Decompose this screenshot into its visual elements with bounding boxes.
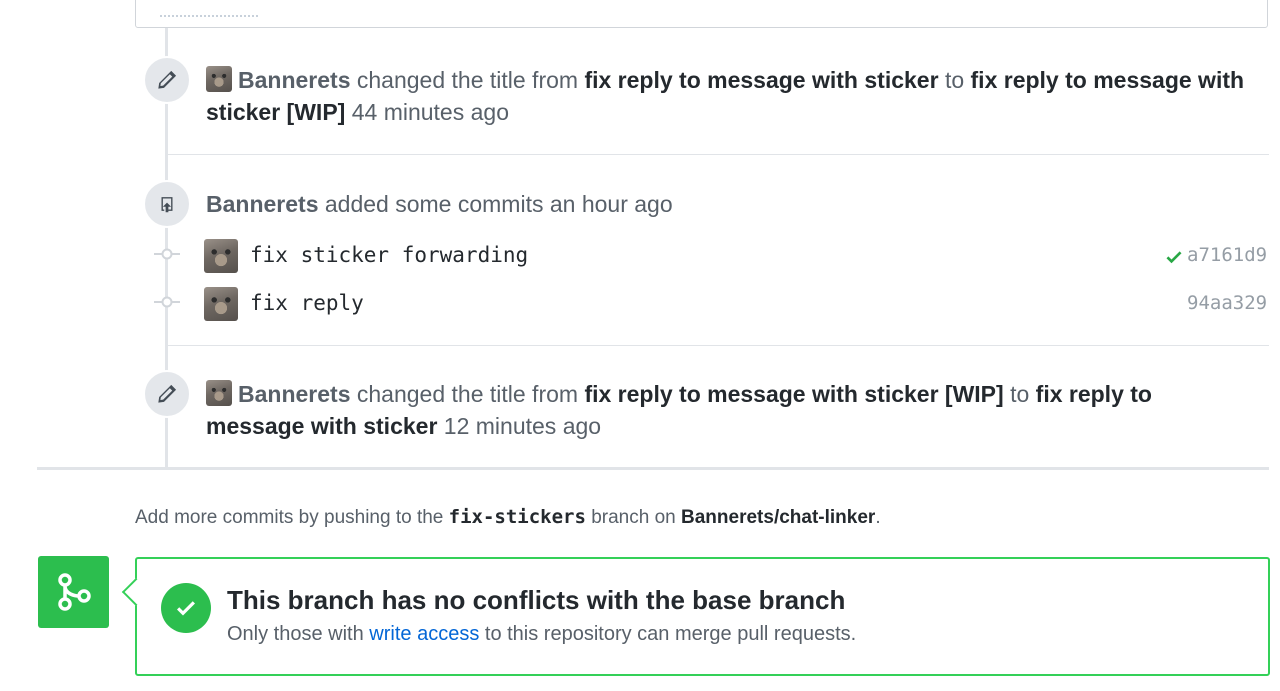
event-action: changed the title from <box>356 67 579 93</box>
commit-avatar[interactable] <box>204 239 238 273</box>
timeline-divider <box>168 154 1269 155</box>
event-author[interactable]: Bannerets <box>238 381 350 407</box>
check-icon[interactable] <box>1163 247 1185 272</box>
commits-event: Bannerets added some commits an hour ago <box>206 188 673 220</box>
check-icon <box>161 583 211 633</box>
timeline-divider <box>168 345 1269 346</box>
commit-sha[interactable]: 94aa329 <box>1187 292 1267 314</box>
merge-box-pointer <box>121 577 151 607</box>
joiner: to <box>1010 381 1030 407</box>
comment-box-divider <box>160 15 258 17</box>
timeline-end-divider <box>37 467 1269 470</box>
merge-sub-prefix: Only those with <box>227 623 364 645</box>
event-time[interactable]: 12 minutes ago <box>444 413 601 439</box>
commit-avatar[interactable] <box>204 287 238 321</box>
git-merge-icon <box>38 556 109 628</box>
push-note-middle: branch on <box>591 507 676 528</box>
event-time[interactable]: an hour ago <box>550 191 673 217</box>
merge-status-subtitle: Only those with write access to this rep… <box>227 623 856 646</box>
pencil-icon <box>143 56 191 104</box>
title-change-event-1: Bannerets changed the title from fix rep… <box>206 64 1246 128</box>
repo-name: Bannerets/chat-linker <box>681 507 876 528</box>
git-commit-icon <box>154 295 180 314</box>
commit-message[interactable]: fix sticker forwarding <box>250 243 528 267</box>
write-access-link[interactable]: write access <box>369 623 479 645</box>
event-time[interactable]: 44 minutes ago <box>352 99 509 125</box>
joiner: to <box>944 67 965 93</box>
pencil-icon <box>143 370 191 418</box>
event-author[interactable]: Bannerets <box>238 67 350 93</box>
old-title: fix reply to message with sticker [WIP] <box>584 381 1004 407</box>
event-author[interactable]: Bannerets <box>206 191 318 217</box>
merge-status-title: This branch has no conflicts with the ba… <box>227 585 846 615</box>
commit-message[interactable]: fix reply <box>250 291 364 315</box>
push-note-prefix: Add more commits by pushing to the <box>135 507 444 528</box>
event-action: added some commits <box>324 191 544 217</box>
repo-push-icon <box>143 180 191 228</box>
git-commit-icon <box>154 247 180 266</box>
title-change-event-2: Bannerets changed the title from fix rep… <box>206 378 1246 442</box>
previous-comment-box <box>135 0 1268 28</box>
avatar[interactable] <box>206 66 232 92</box>
merge-status-box: This branch has no conflicts with the ba… <box>121 557 1270 676</box>
push-note-suffix: . <box>875 507 881 528</box>
branch-name: fix-stickers <box>448 506 586 528</box>
commit-sha[interactable]: a7161d9 <box>1187 244 1267 266</box>
event-action: changed the title from <box>356 381 579 407</box>
merge-sub-suffix: to this repository can merge pull reques… <box>484 623 857 645</box>
push-note: Add more commits by pushing to the fix-s… <box>135 506 881 529</box>
avatar[interactable] <box>206 380 232 406</box>
old-title: fix reply to message with sticker <box>584 67 939 93</box>
